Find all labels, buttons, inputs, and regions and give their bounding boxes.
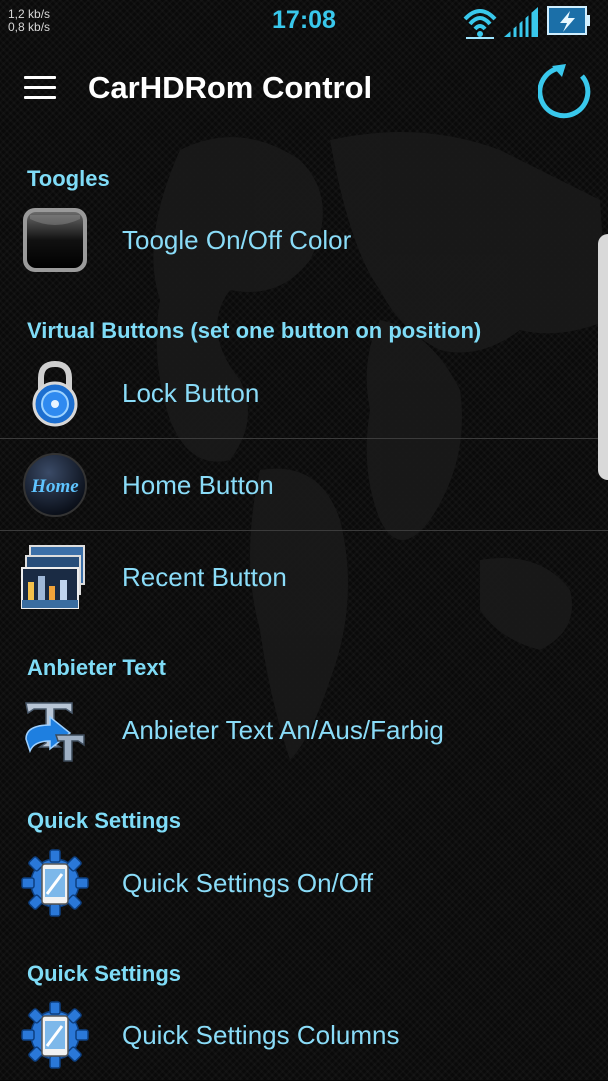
list-item-quick-settings-columns[interactable]: Quick Settings Columns (0, 989, 608, 1081)
wifi-icon (463, 9, 497, 39)
svg-text:Home: Home (30, 476, 79, 497)
edge-panel-handle[interactable] (598, 234, 608, 480)
list-item-label: Quick Settings On/Off (122, 868, 373, 898)
padlock-icon (32, 360, 78, 427)
recent-apps-icon (21, 545, 85, 609)
list-item-toogle-on-off-color[interactable]: Toogle On/Off Color (0, 194, 608, 286)
list-item-home-button[interactable]: Home Home Button (0, 439, 608, 531)
section-header-virtual-buttons: Virtual Buttons (set one button on posit… (27, 318, 482, 343)
section-header-anbieter-text: Anbieter Text (27, 655, 166, 680)
section-header-quick-settings: Quick Settings (27, 808, 182, 833)
list-item-label: Anbieter Text An/Aus/Farbig (122, 715, 444, 745)
app-bar: CarHDRom Control (0, 44, 608, 136)
toggle-button-icon (23, 208, 87, 272)
app-title: CarHDRom Control (88, 70, 373, 105)
status-bar: 1,2 kb/s 0,8 kb/s 17:08 (0, 0, 608, 44)
signal-icon (504, 7, 538, 37)
battery-charging-icon (547, 6, 590, 35)
settings-gear-phone-icon (21, 849, 89, 917)
list-item-label: Toogle On/Off Color (122, 225, 352, 255)
list-item-label: Home Button (122, 470, 274, 500)
section-header-toogles: Toogles (27, 166, 110, 191)
list-item-label: Recent Button (122, 562, 287, 592)
list-item-lock-button[interactable]: Lock Button (0, 347, 608, 439)
home-button-icon: Home (23, 453, 87, 517)
list-item-quick-settings-on-off[interactable]: Quick Settings On/Off (0, 837, 608, 929)
list-item-label: Lock Button (122, 378, 260, 408)
refresh-icon[interactable] (538, 62, 596, 120)
section-header-quick-settings-columns: Quick Settings (27, 961, 182, 986)
settings-gear-phone-icon (21, 1001, 89, 1069)
text-arrow-icon (25, 702, 85, 762)
menu-icon[interactable] (22, 74, 58, 104)
list-item-anbieter-text[interactable]: Anbieter Text An/Aus/Farbig (0, 684, 608, 776)
list-item-label: Quick Settings Columns (122, 1020, 400, 1050)
list-item-recent-button[interactable]: Recent Button (0, 531, 608, 623)
